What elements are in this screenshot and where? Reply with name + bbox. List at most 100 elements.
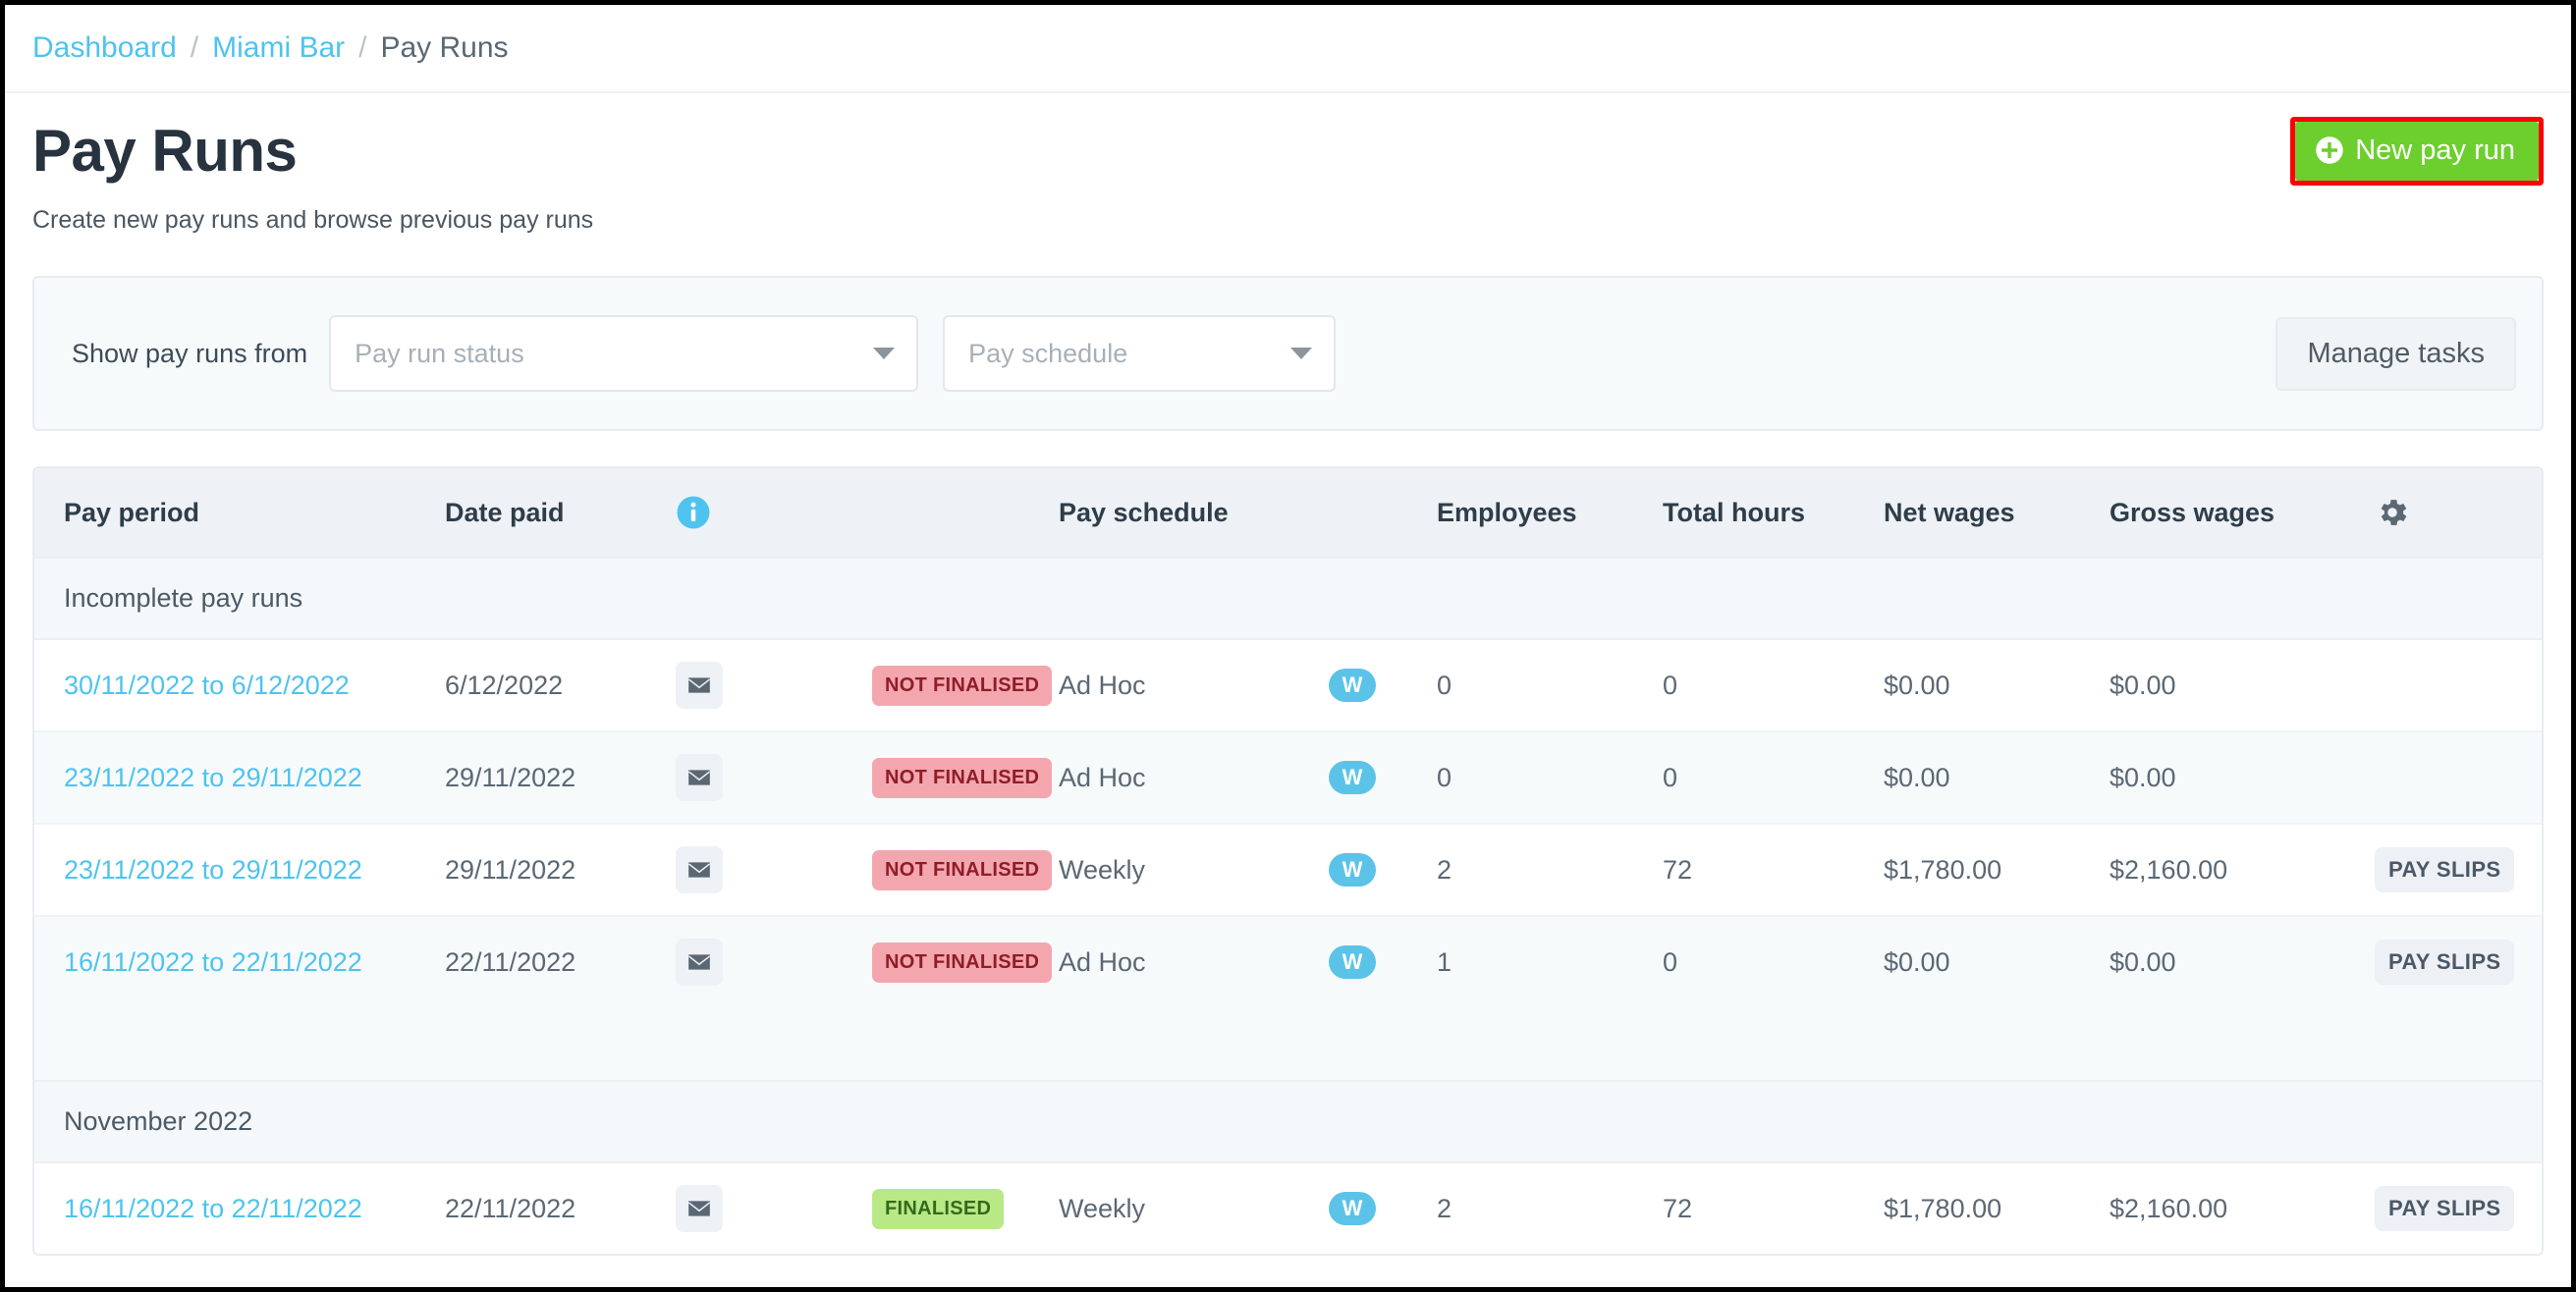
cell-net-wages: $1,780.00: [1884, 824, 2110, 916]
cell-status: NOT FINALISED: [872, 639, 1059, 731]
filter-label: Show pay runs from: [72, 339, 307, 369]
cell-pay-schedule: Ad Hoc: [1059, 639, 1329, 731]
page-title: Pay Runs: [32, 117, 2544, 185]
cell-pay-schedule: Weekly: [1059, 1162, 1329, 1254]
weekly-badge: W: [1329, 761, 1376, 794]
weekly-badge: W: [1329, 945, 1376, 979]
envelope-icon[interactable]: [676, 846, 723, 893]
cell-pay-period: 16/11/2022 to 22/11/2022: [34, 1162, 445, 1254]
cell-status: NOT FINALISED: [872, 824, 1059, 916]
pay-period-link[interactable]: 30/11/2022 to 6/12/2022: [64, 671, 350, 700]
cell-date-paid: 22/11/2022: [445, 1162, 676, 1254]
cell-email: [676, 916, 872, 1081]
new-pay-run-highlight: New pay run: [2290, 117, 2544, 186]
manage-tasks-button[interactable]: Manage tasks: [2275, 317, 2516, 391]
table-row[interactable]: 30/11/2022 to 6/12/2022 6/12/2022 NOT FI…: [34, 639, 2544, 731]
chevron-down-icon: [873, 348, 895, 359]
cell-gross-wages: $2,160.00: [2110, 1162, 2375, 1254]
gear-icon[interactable]: [2375, 495, 2410, 530]
results-summary-prefix: Showing results 1 - 5 of: [34, 1283, 329, 1292]
weekly-badge: W: [1329, 669, 1376, 702]
cell-pay-period: 16/11/2022 to 22/11/2022: [34, 916, 445, 1081]
pay-runs-table: Pay period Date paid Pay schedule: [34, 468, 2544, 1254]
column-header-settings: [2375, 468, 2544, 558]
envelope-icon[interactable]: [676, 939, 723, 986]
pay-runs-page: Dashboard / Miami Bar / Pay Runs Pay Run…: [0, 0, 2576, 1292]
breadcrumb-item-miami-bar[interactable]: Miami Bar: [212, 31, 345, 65]
pay-run-status-select[interactable]: Pay run status: [329, 315, 918, 392]
cell-pay-period: 23/11/2022 to 29/11/2022: [34, 824, 445, 916]
status-badge: NOT FINALISED: [872, 942, 1052, 983]
cell-employees: 0: [1437, 731, 1663, 824]
cell-schedule-badge: W: [1329, 731, 1437, 824]
results-summary: Showing results 1 - 5 of 5: [5, 1256, 2571, 1292]
pay-schedule-placeholder: Pay schedule: [968, 339, 1127, 369]
cell-net-wages: $0.00: [1884, 639, 2110, 731]
status-badge: NOT FINALISED: [872, 666, 1052, 706]
cell-pay-slips: [2375, 639, 2544, 731]
cell-date-paid: 6/12/2022: [445, 639, 676, 731]
column-header-pay-schedule[interactable]: Pay schedule: [1059, 468, 1329, 558]
cell-total-hours: 0: [1663, 916, 1884, 1081]
new-pay-run-button[interactable]: New pay run: [2295, 122, 2539, 181]
group-title: November 2022: [34, 1081, 2544, 1162]
column-header-date-paid[interactable]: Date paid: [445, 468, 676, 558]
envelope-icon[interactable]: [676, 754, 723, 801]
cell-status: NOT FINALISED: [872, 731, 1059, 824]
cell-employees: 1: [1437, 916, 1663, 1081]
cell-schedule-badge: W: [1329, 916, 1437, 1081]
plus-circle-icon: [2315, 135, 2344, 165]
pay-run-status-placeholder: Pay run status: [355, 339, 524, 369]
page-header: Pay Runs Create new pay runs and browse …: [5, 93, 2571, 235]
results-summary-total: 5: [329, 1283, 345, 1292]
pay-schedule-select[interactable]: Pay schedule: [943, 315, 1336, 392]
column-header-employees[interactable]: Employees: [1437, 468, 1663, 558]
cell-schedule-badge: W: [1329, 1162, 1437, 1254]
column-header-schedule-badge: [1329, 468, 1437, 558]
cell-net-wages: $0.00: [1884, 916, 2110, 1081]
cell-email: [676, 639, 872, 731]
breadcrumb-item-dashboard[interactable]: Dashboard: [32, 31, 177, 65]
cell-pay-schedule: Ad Hoc: [1059, 731, 1329, 824]
table-header: Pay period Date paid Pay schedule: [34, 468, 2544, 558]
cell-net-wages: $1,780.00: [1884, 1162, 2110, 1254]
cell-total-hours: 0: [1663, 639, 1884, 731]
cell-status: NOT FINALISED: [872, 916, 1059, 1081]
group-title: Incomplete pay runs: [34, 558, 2544, 639]
pay-period-link[interactable]: 16/11/2022 to 22/11/2022: [64, 947, 362, 977]
cell-pay-slips: PAY SLIPS: [2375, 916, 2544, 1081]
cell-email: [676, 824, 872, 916]
status-badge: NOT FINALISED: [872, 850, 1052, 890]
breadcrumb-item-pay-runs: Pay Runs: [380, 31, 508, 65]
cell-gross-wages: $0.00: [2110, 639, 2375, 731]
table-row[interactable]: 16/11/2022 to 22/11/2022 22/11/2022 FINA…: [34, 1162, 2544, 1254]
table-row[interactable]: 23/11/2022 to 29/11/2022 29/11/2022 NOT …: [34, 731, 2544, 824]
pay-slips-button[interactable]: PAY SLIPS: [2375, 940, 2514, 985]
column-header-total-hours[interactable]: Total hours: [1663, 468, 1884, 558]
envelope-icon[interactable]: [676, 662, 723, 709]
pay-period-link[interactable]: 23/11/2022 to 29/11/2022: [64, 763, 362, 792]
cell-employees: 2: [1437, 1162, 1663, 1254]
cell-pay-slips: [2375, 731, 2544, 824]
filter-bar: Show pay runs from Pay run status Pay sc…: [32, 276, 2544, 431]
pay-period-link[interactable]: 23/11/2022 to 29/11/2022: [64, 855, 362, 885]
column-header-net-wages[interactable]: Net wages: [1884, 468, 2110, 558]
cell-pay-schedule: Ad Hoc: [1059, 916, 1329, 1081]
cell-gross-wages: $2,160.00: [2110, 824, 2375, 916]
weekly-badge: W: [1329, 853, 1376, 887]
group-header-row: November 2022: [34, 1081, 2544, 1162]
column-header-pay-period[interactable]: Pay period: [34, 468, 445, 558]
envelope-icon[interactable]: [676, 1185, 723, 1232]
pay-period-link[interactable]: 16/11/2022 to 22/11/2022: [64, 1194, 362, 1223]
cell-total-hours: 72: [1663, 1162, 1884, 1254]
table-row[interactable]: 16/11/2022 to 22/11/2022 22/11/2022 NOT …: [34, 916, 2544, 1081]
cell-email: [676, 731, 872, 824]
info-icon[interactable]: [676, 495, 711, 530]
table-header-row: Pay period Date paid Pay schedule: [34, 468, 2544, 558]
pay-slips-button[interactable]: PAY SLIPS: [2375, 847, 2514, 892]
breadcrumb-separator: /: [358, 31, 366, 65]
pay-slips-button[interactable]: PAY SLIPS: [2375, 1186, 2514, 1231]
column-header-gross-wages[interactable]: Gross wages: [2110, 468, 2375, 558]
table-row[interactable]: 23/11/2022 to 29/11/2022 29/11/2022 NOT …: [34, 824, 2544, 916]
new-pay-run-label: New pay run: [2355, 136, 2515, 165]
